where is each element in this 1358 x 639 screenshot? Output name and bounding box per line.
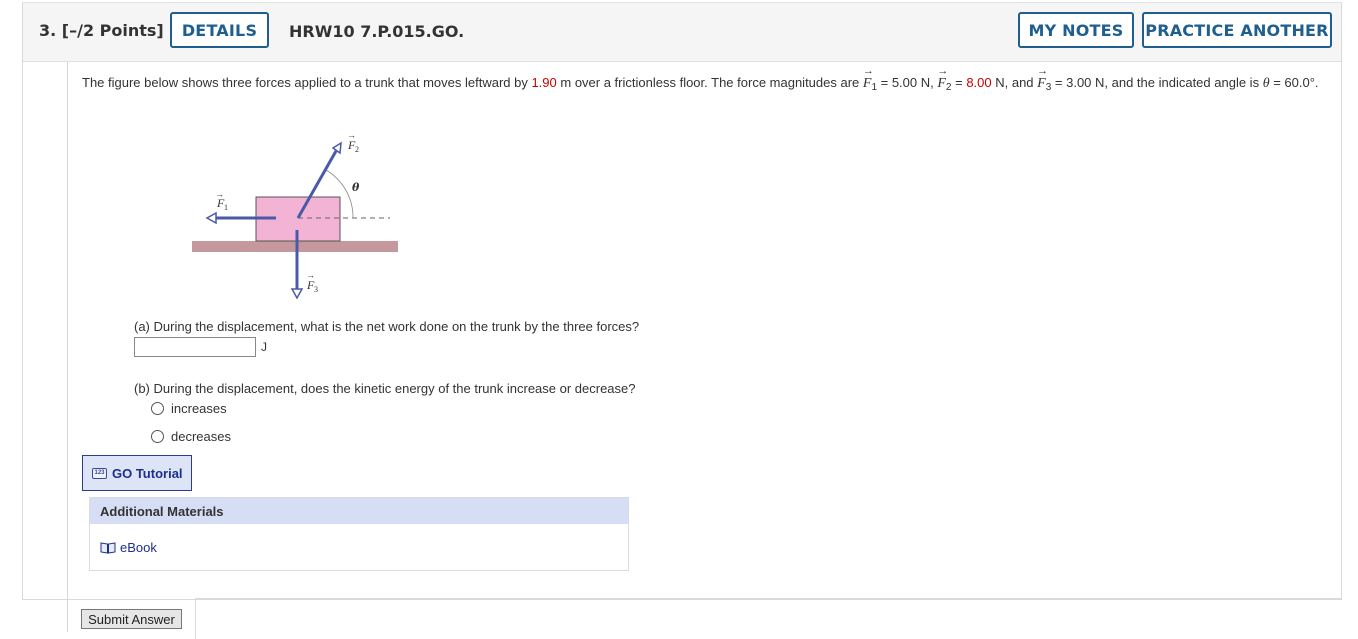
question-id: HRW10 7.P.015.GO. [289,22,465,41]
option-decreases-label: decreases [171,429,231,444]
svg-text:2: 2 [355,145,359,154]
svg-text:→: → [306,270,315,280]
svg-text:→: → [347,130,356,140]
ebook-link[interactable]: eBook [100,540,157,555]
go-tutorial-icon: 123 [92,467,107,479]
additional-materials-panel: Additional Materials eBook [89,497,629,571]
f2-value: 8.00 [966,75,992,90]
book-icon [100,541,116,554]
practice-another-button[interactable]: PRACTICE ANOTHER [1142,12,1332,48]
my-notes-button[interactable]: MY NOTES [1018,12,1134,48]
radio-decreases[interactable] [151,430,164,443]
svg-text:3: 3 [314,285,318,294]
content-left-border [67,62,68,632]
f1-label: F 1 → [215,189,228,212]
f2-vector: → F [937,65,949,91]
details-button[interactable]: DETAILS [170,12,269,48]
theta-symbol: θ [1262,76,1270,91]
distance-value: 1.90 [531,75,557,90]
f3-label: F 3 → [306,270,318,294]
svg-text:1: 1 [224,203,228,212]
f3-vector: → F [1037,65,1049,91]
svg-text:→: → [215,189,224,199]
points-label: [–/2 Points] [61,21,164,40]
f1-vector: → F [862,65,874,91]
option-increases[interactable]: increases [151,401,227,416]
part-b-question: (b) During the displacement, does the ki… [134,381,636,396]
theta-label: θ [352,181,360,194]
submit-answer-button[interactable]: Submit Answer [81,609,182,629]
option-decreases[interactable]: decreases [151,429,231,444]
force-diagram: F 1 → F 2 → F 3 → θ [192,130,398,300]
option-increases-label: increases [171,401,227,416]
f2-label: F 2 → [347,130,359,154]
part-a-unit: J [261,340,267,354]
question-number: 3. [39,21,57,40]
part-a-question: (a) During the displacement, what is the… [134,319,640,334]
additional-materials-heading: Additional Materials [90,498,628,524]
ebook-label: eBook [120,540,157,555]
go-tutorial-button[interactable]: 123 GO Tutorial [82,455,192,491]
question-points: 3. [–/2 Points] [39,21,164,40]
question-prompt: The figure below shows three forces appl… [82,65,1322,100]
radio-increases[interactable] [151,402,164,415]
part-a-answer-input[interactable] [134,337,256,357]
response-area [195,598,1342,639]
go-tutorial-label: GO Tutorial [112,465,183,481]
floor [192,241,398,252]
